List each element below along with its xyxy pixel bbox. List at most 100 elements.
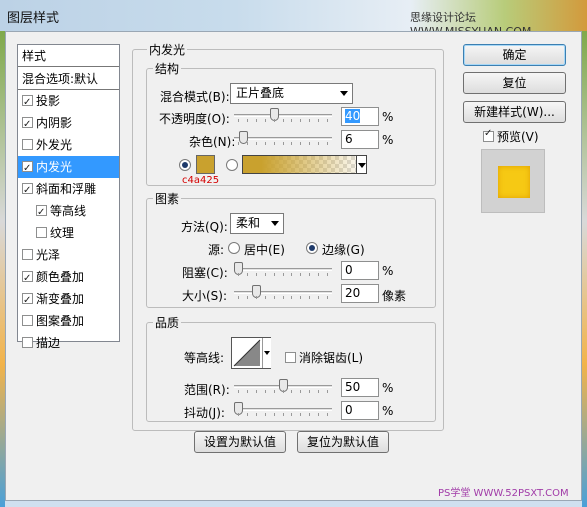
layer-style-dialog: 样式 混合选项:默认 投影内阴影外发光内发光斜面和浮雕等高线纹理光泽颜色叠加渐变… <box>5 31 582 501</box>
slider-tick <box>309 296 311 299</box>
checkbox-icon[interactable] <box>36 227 47 238</box>
style-item[interactable]: 外发光 <box>18 134 119 156</box>
style-list: 样式 混合选项:默认 投影内阴影外发光内发光斜面和浮雕等高线纹理光泽颜色叠加渐变… <box>17 44 120 350</box>
glow-color-swatch[interactable] <box>196 155 215 174</box>
style-item-label: 光泽 <box>36 248 61 262</box>
style-item[interactable]: 描边 <box>18 332 119 354</box>
slider-tick <box>291 142 293 145</box>
style-item-label: 外发光 <box>36 138 73 152</box>
slider-tick <box>327 119 328 122</box>
blend-options-item[interactable]: 混合选项:默认 <box>18 68 119 90</box>
slider-tick <box>318 413 320 416</box>
noise-label: 杂色(N): <box>189 135 236 149</box>
slider-tick <box>291 413 293 416</box>
noise-slider[interactable] <box>234 131 332 145</box>
method-select[interactable]: 柔和 <box>230 213 284 234</box>
style-item[interactable]: 内发光 <box>18 156 119 180</box>
title-bar: 图层样式 思缘设计论坛 WWW.MISSYUAN.COM <box>0 0 587 38</box>
choke-input[interactable]: 0 <box>341 261 379 280</box>
slider-tick <box>264 296 266 299</box>
style-item-label: 纹理 <box>50 226 75 240</box>
checkbox-icon[interactable] <box>22 180 33 202</box>
ok-button[interactable]: 确定 <box>463 44 566 66</box>
style-item[interactable]: 光泽 <box>18 244 119 266</box>
style-item[interactable]: 内阴影 <box>18 112 119 136</box>
slider-tick <box>300 390 302 393</box>
style-item-label: 斜面和浮雕 <box>36 182 97 196</box>
style-item[interactable]: 渐变叠加 <box>18 288 119 312</box>
slider-tick <box>318 119 320 122</box>
blend-mode-select[interactable]: 正片叠底 <box>230 83 353 104</box>
jitter-input[interactable]: 0 <box>341 401 379 420</box>
reset-button[interactable]: 复位 <box>463 72 566 94</box>
checkbox-icon[interactable] <box>22 268 33 290</box>
preview-thumbnail <box>481 149 545 213</box>
opacity-slider[interactable] <box>234 108 332 122</box>
antialias-checkbox[interactable]: 消除锯齿(L) <box>285 349 363 366</box>
slider-tick <box>327 390 328 393</box>
style-item[interactable]: 斜面和浮雕 <box>18 178 119 202</box>
new-style-button[interactable]: 新建样式(W)... <box>463 101 566 123</box>
source-center-label[interactable]: 居中(E) <box>244 241 285 258</box>
slider-tick <box>264 390 266 393</box>
noise-input[interactable]: 6 <box>341 130 379 149</box>
style-item[interactable]: 投影 <box>18 90 119 114</box>
slider-tick <box>309 273 311 276</box>
slider-tick <box>255 273 257 276</box>
style-list-header[interactable]: 样式 <box>18 45 119 67</box>
style-item-label: 描边 <box>36 336 61 350</box>
contour-picker[interactable] <box>231 337 271 369</box>
reset-default-button[interactable]: 复位为默认值 <box>297 431 389 453</box>
checkbox-icon[interactable] <box>36 202 47 224</box>
checkbox-icon[interactable] <box>22 158 33 180</box>
slider-tick <box>273 413 275 416</box>
checkbox-icon[interactable] <box>22 92 33 114</box>
source-label: 源: <box>208 243 225 257</box>
checkbox-icon[interactable] <box>22 315 33 326</box>
gradient-radio[interactable] <box>226 159 238 171</box>
contour-label: 等高线: <box>184 351 225 365</box>
color-radio[interactable] <box>179 159 191 171</box>
opacity-label: 不透明度(O): <box>159 112 230 126</box>
choke-slider[interactable] <box>234 262 332 276</box>
style-item-label: 投影 <box>36 94 61 108</box>
checkbox-icon[interactable] <box>22 114 33 136</box>
source-center-radio[interactable] <box>228 242 240 254</box>
checkbox-icon <box>285 352 296 363</box>
panel-title: 内发光 <box>147 41 188 58</box>
make-default-button[interactable]: 设置为默认值 <box>194 431 286 453</box>
source-edge-radio[interactable] <box>306 242 318 254</box>
slider-tick <box>273 390 275 393</box>
slider-tick <box>238 273 239 276</box>
checkbox-icon[interactable] <box>22 337 33 348</box>
slider-tick <box>291 119 293 122</box>
gradient-dropdown-icon[interactable] <box>356 155 367 174</box>
jitter-slider[interactable] <box>234 402 332 416</box>
style-item[interactable]: 纹理 <box>18 222 119 244</box>
style-item[interactable]: 图案叠加 <box>18 310 119 332</box>
style-item[interactable]: 颜色叠加 <box>18 266 119 290</box>
preview-swatch <box>498 166 530 198</box>
slider-tick <box>238 119 239 122</box>
slider-tick <box>246 413 248 416</box>
chevron-down-icon <box>340 91 348 96</box>
size-slider[interactable] <box>234 285 332 299</box>
preview-checkbox[interactable]: 预览(V) <box>483 128 539 145</box>
style-item[interactable]: 等高线 <box>18 200 119 224</box>
style-item-label: 颜色叠加 <box>36 270 85 284</box>
slider-tick <box>282 296 284 299</box>
slider-tick <box>246 390 248 393</box>
style-item-label: 等高线 <box>50 204 87 218</box>
gradient-picker[interactable] <box>242 155 367 174</box>
choke-percent: % <box>382 264 394 278</box>
checkbox-icon[interactable] <box>22 290 33 312</box>
source-edge-label[interactable]: 边缘(G) <box>322 241 365 258</box>
bottom-watermark: PS学堂 WWW.52PSXT.COM <box>438 488 569 499</box>
contour-dropdown-icon[interactable] <box>262 338 271 368</box>
checkbox-icon[interactable] <box>22 249 33 260</box>
checkbox-icon[interactable] <box>22 139 33 150</box>
opacity-input[interactable]: 40 <box>341 107 379 126</box>
range-slider[interactable] <box>234 379 332 393</box>
size-input[interactable]: 20 <box>341 284 379 303</box>
range-input[interactable]: 50 <box>341 378 379 397</box>
